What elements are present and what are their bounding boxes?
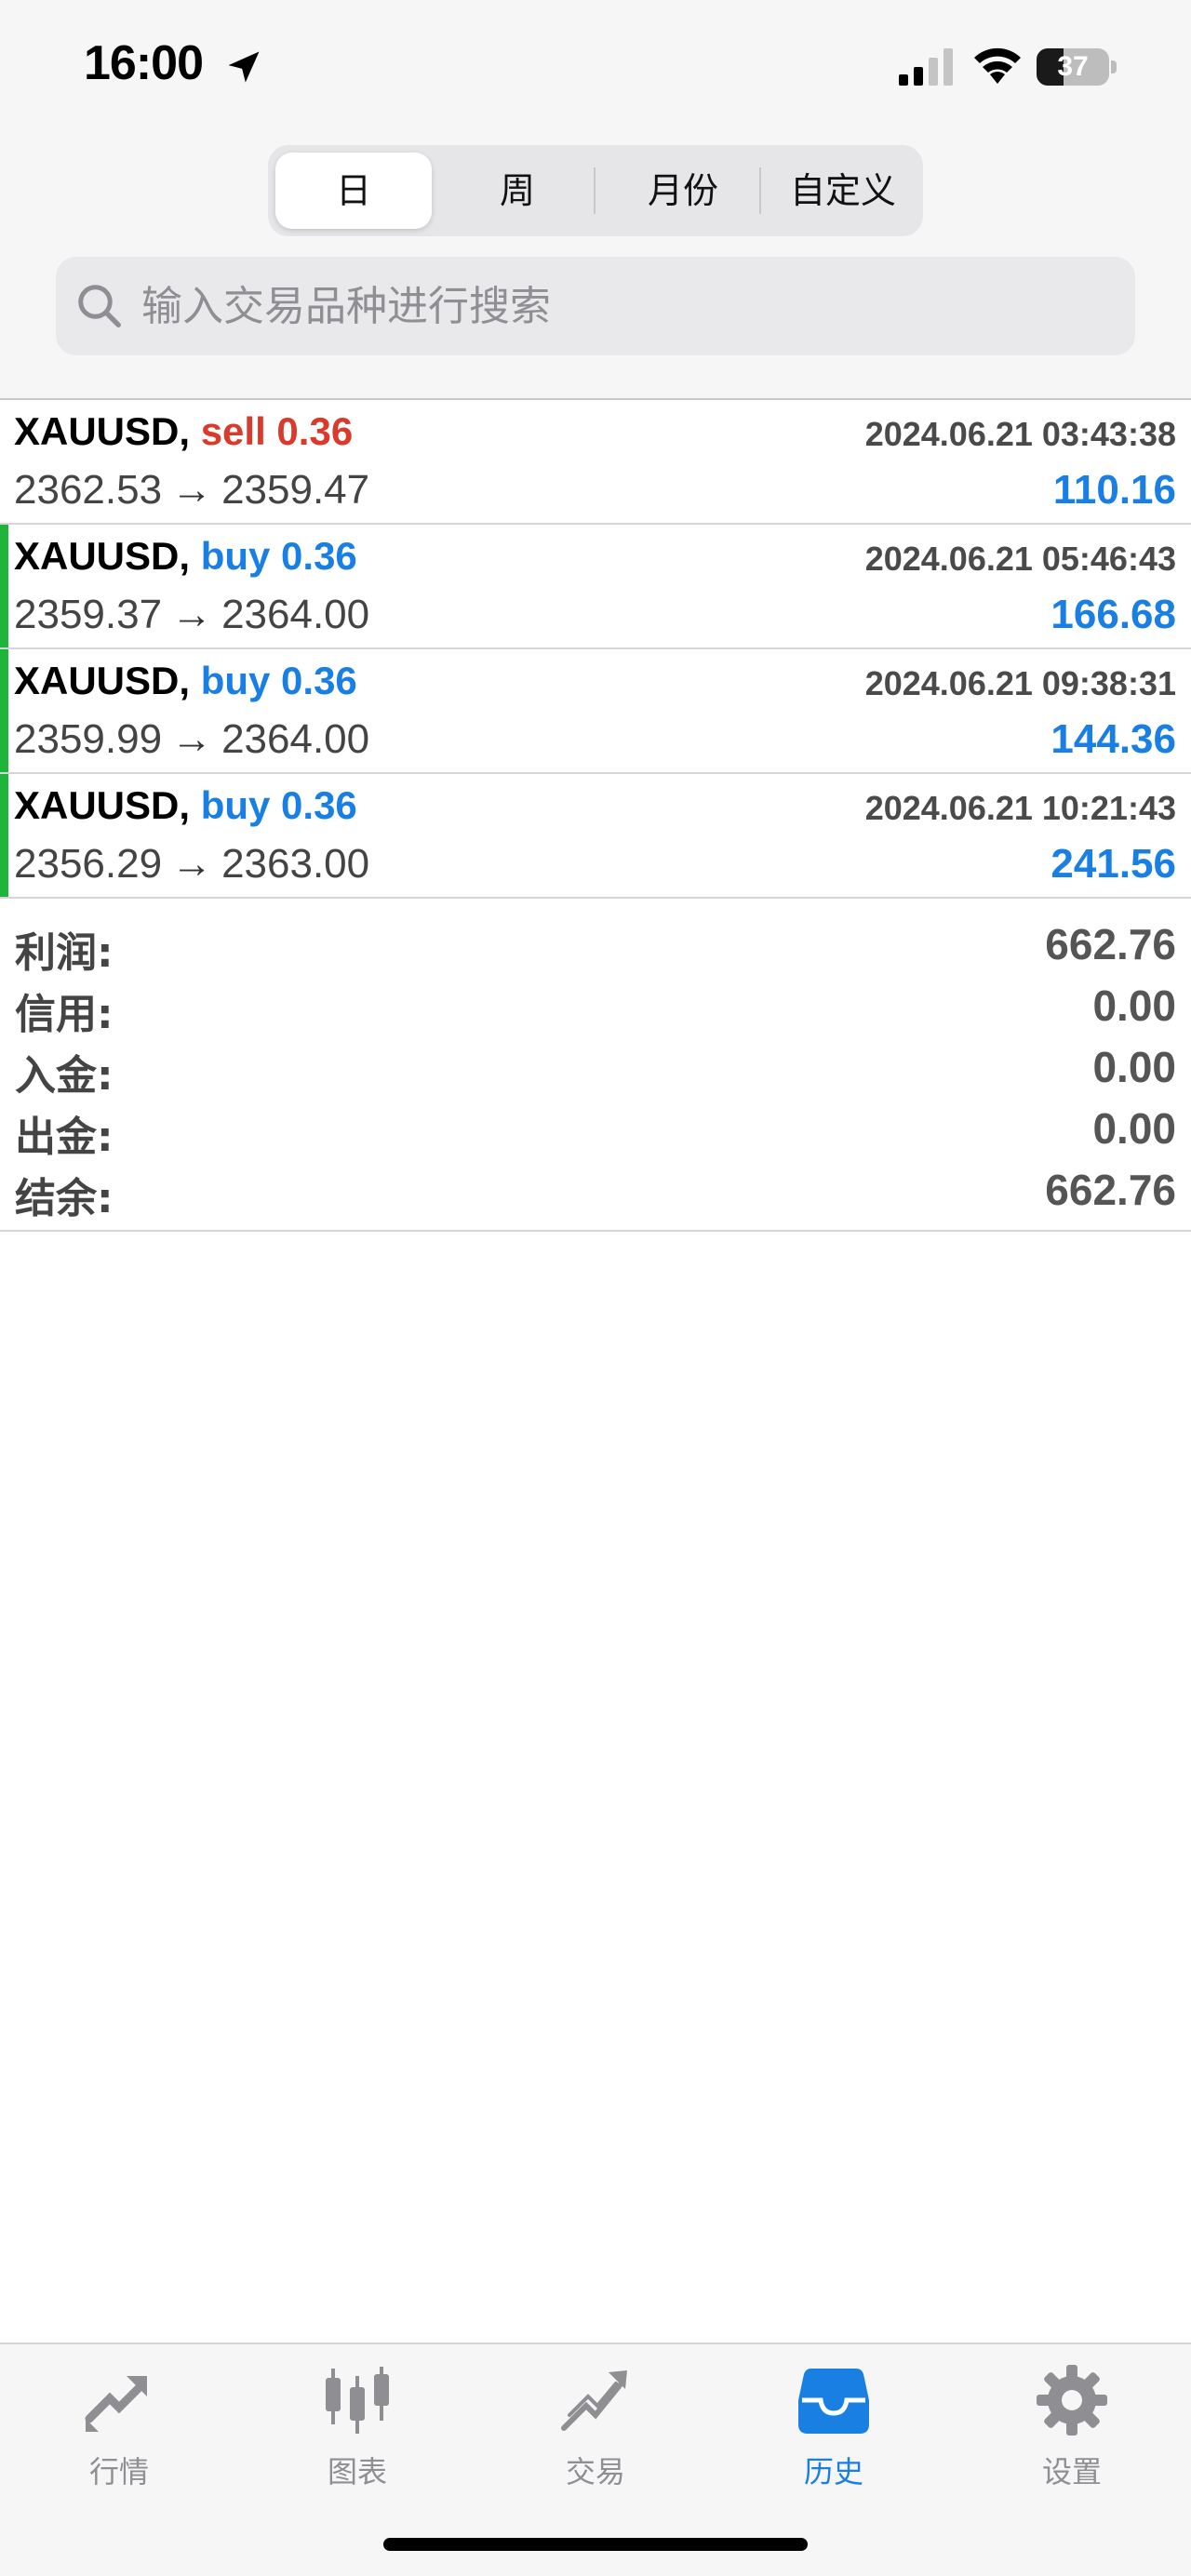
tab-label: 行情 <box>88 2454 149 2489</box>
trade-row[interactable]: XAUUSD, buy 0.36 2024.06.21 09:38:31 235… <box>0 649 1191 774</box>
arrow-right-icon: → <box>171 592 213 637</box>
trade-open-price: 2359.99 <box>14 716 163 762</box>
tab-label: 交易 <box>565 2454 625 2489</box>
battery-percent: 37 <box>1057 51 1089 82</box>
trade-history-list: XAUUSD, sell 0.36 2024.06.21 03:43:38 23… <box>0 398 1191 899</box>
trade-row[interactable]: XAUUSD, buy 0.36 2024.06.21 10:21:43 235… <box>0 774 1191 899</box>
trade-row[interactable]: XAUUSD, sell 0.36 2024.06.21 03:43:38 23… <box>0 400 1191 525</box>
tab-quotes[interactable]: 行情 <box>0 2363 238 2503</box>
trade-time: 2024.06.21 03:43:38 <box>864 415 1176 453</box>
arrow-right-icon: → <box>171 467 213 513</box>
arrow-right-icon: → <box>171 716 213 762</box>
trade-prices: 2359.99 → 2364.00 <box>14 716 369 763</box>
trade-side: buy 0.36 <box>200 783 357 827</box>
summary-label: 结余: <box>15 1175 114 1222</box>
trade-open-price: 2359.37 <box>14 592 163 637</box>
trade-title: XAUUSD, buy 0.36 <box>14 783 357 828</box>
summary-profit: 利润: 662.76 <box>0 914 1191 977</box>
battery-indicator: 37 <box>1037 48 1117 86</box>
wifi-icon <box>974 47 1021 84</box>
settings-icon <box>1037 2365 1107 2436</box>
trade-close-price: 2364.00 <box>221 716 370 762</box>
trade-time: 2024.06.21 10:21:43 <box>864 789 1176 827</box>
tab-day[interactable]: 日 <box>275 153 432 229</box>
trade-title: XAUUSD, buy 0.36 <box>14 534 357 579</box>
trade-row-accent <box>0 649 8 772</box>
cellular-signal-icon <box>899 48 953 86</box>
status-time: 16:00 <box>84 36 204 90</box>
trade-close-price: 2359.47 <box>221 467 370 513</box>
trade-title: XAUUSD, buy 0.36 <box>14 659 357 703</box>
search-input[interactable] <box>141 257 1109 355</box>
summary-balance: 结余: 662.76 <box>0 1159 1191 1222</box>
trade-symbol: XAUUSD, <box>14 534 191 578</box>
history-icon <box>798 2369 869 2434</box>
trade-prices: 2362.53 → 2359.47 <box>14 467 369 514</box>
location-arrow-icon <box>228 51 260 83</box>
trade-close-price: 2363.00 <box>221 841 370 887</box>
home-indicator <box>383 2538 808 2551</box>
summary-label: 利润: <box>15 929 114 977</box>
tab-settings[interactable]: 设置 <box>953 2363 1191 2503</box>
tab-label: 图表 <box>327 2454 387 2489</box>
trade-row[interactable]: XAUUSD, buy 0.36 2024.06.21 05:46:43 235… <box>0 525 1191 649</box>
tab-label: 历史 <box>803 2454 863 2489</box>
trade-row-accent <box>0 525 8 647</box>
trade-close-price: 2364.00 <box>221 592 370 637</box>
trade-open-price: 2356.29 <box>14 841 163 887</box>
summary-credit: 信用: 0.00 <box>0 975 1191 1038</box>
summary-deposit: 入金: 0.00 <box>0 1036 1191 1100</box>
header-area: 16:00 37 日 周 月份 自定义 <box>0 0 1191 398</box>
status-bar: 16:00 37 <box>0 0 1191 130</box>
summary-label: 信用: <box>15 991 114 1038</box>
summary-value: 662.76 <box>1045 1166 1176 1214</box>
battery-nub <box>1111 60 1117 73</box>
search-bar[interactable] <box>56 257 1135 355</box>
battery-body: 37 <box>1037 48 1109 86</box>
trade-open-price: 2362.53 <box>14 467 163 513</box>
tab-trade[interactable]: 交易 <box>476 2363 715 2503</box>
trade-row-accent <box>0 400 8 523</box>
trade-prices: 2359.37 → 2364.00 <box>14 592 369 638</box>
trade-profit: 241.56 <box>1050 841 1176 887</box>
quotes-icon <box>85 2376 147 2432</box>
tab-history[interactable]: 历史 <box>715 2363 953 2503</box>
period-segmented-control: 日 周 月份 自定义 <box>268 145 923 236</box>
summary-value: 0.00 <box>1092 1043 1176 1091</box>
trade-profit: 166.68 <box>1050 592 1176 637</box>
trade-symbol: XAUUSD, <box>14 409 191 453</box>
tab-label: 设置 <box>1041 2454 1102 2489</box>
account-summary: 利润: 662.76 信用: 0.00 入金: 0.00 出金: 0.00 结余… <box>0 899 1191 1232</box>
segment-divider <box>759 167 761 214</box>
trade-time: 2024.06.21 09:38:31 <box>864 664 1176 702</box>
trade-icon <box>561 2370 627 2431</box>
trade-row-accent <box>0 774 8 897</box>
tab-chart[interactable]: 图表 <box>238 2363 476 2503</box>
summary-value: 0.00 <box>1092 1104 1176 1153</box>
trade-time: 2024.06.21 05:46:43 <box>864 540 1176 578</box>
tab-month[interactable]: 月份 <box>605 153 761 229</box>
trade-profit: 110.16 <box>1052 467 1176 513</box>
chart-icon <box>326 2367 389 2434</box>
trade-prices: 2356.29 → 2363.00 <box>14 841 369 888</box>
arrow-right-icon: → <box>171 841 213 887</box>
search-icon <box>78 285 121 327</box>
summary-label: 入金: <box>15 1052 114 1100</box>
trade-title: XAUUSD, sell 0.36 <box>14 409 353 454</box>
summary-value: 662.76 <box>1045 920 1176 968</box>
tab-week[interactable]: 周 <box>439 153 596 229</box>
trade-profit: 144.36 <box>1050 716 1176 762</box>
trade-side: sell 0.36 <box>200 409 354 453</box>
summary-withdrawal: 出金: 0.00 <box>0 1098 1191 1161</box>
trade-side: buy 0.36 <box>200 534 357 578</box>
trade-symbol: XAUUSD, <box>14 659 191 702</box>
summary-value: 0.00 <box>1092 981 1176 1030</box>
trade-symbol: XAUUSD, <box>14 783 191 827</box>
summary-label: 出金: <box>15 1114 114 1161</box>
trade-side: buy 0.36 <box>200 659 357 702</box>
tab-custom[interactable]: 自定义 <box>765 153 921 229</box>
